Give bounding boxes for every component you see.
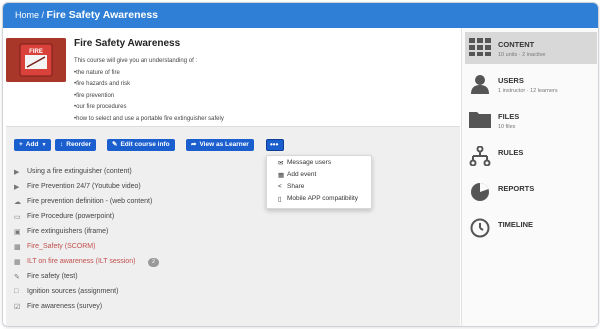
course-description: This course will give you an understandi… xyxy=(74,56,224,125)
presentation-icon: ▭ xyxy=(14,214,21,221)
menu-item-label: Mobile APP compatibility xyxy=(287,195,359,202)
unit-count-badge: 2 xyxy=(148,258,160,267)
add-button[interactable]: + Add ▼ xyxy=(14,139,52,151)
video-icon: ▶ xyxy=(14,184,20,191)
grid-icon xyxy=(469,38,491,58)
edit-course-info-button[interactable]: ✎ Edit course info xyxy=(107,139,175,151)
menu-item-label: Message users xyxy=(287,159,332,166)
reorder-button[interactable]: ↕ Reorder xyxy=(55,139,97,151)
menu-item-label: Share xyxy=(287,183,305,190)
unit-label: Fire_Safety (SCORM) xyxy=(27,243,96,250)
clock-icon xyxy=(469,218,491,238)
share-icon: < xyxy=(278,183,282,190)
unit-label: Fire awareness (survey) xyxy=(27,303,103,310)
sidebar-item-rules[interactable]: RULES xyxy=(465,140,597,172)
sidebar-item-reports[interactable]: REPORTS xyxy=(465,176,597,208)
test-icon: ✎ xyxy=(14,274,20,281)
unit-label: Fire safety (test) xyxy=(27,273,78,280)
reorder-icon: ↕ xyxy=(60,141,64,148)
envelope-icon: ✉ xyxy=(278,160,284,167)
description-line: •fire prevention xyxy=(74,92,115,99)
mobile-icon: ▯ xyxy=(278,196,282,203)
view-as-learner-button[interactable]: ➦ View as Learner xyxy=(186,139,254,151)
share-arrow-icon: ➦ xyxy=(191,141,197,148)
unit-label: ILT on fire awareness (ILT session) xyxy=(27,258,136,265)
sidebar-item-sub: 1 instructor · 12 learners xyxy=(498,88,558,94)
sidebar-item-users[interactable]: USERS 1 instructor · 12 learners xyxy=(465,68,597,100)
course-sidebar: CONTENT 10 units · 2 inactive USERS 1 in… xyxy=(461,28,598,326)
sidebar-item-label: CONTENT xyxy=(498,40,535,49)
breadcrumb: Home / Fire Safety Awareness xyxy=(15,9,158,21)
survey-icon: ☑ xyxy=(14,304,21,311)
pencil-icon: ✎ xyxy=(112,141,118,148)
top-bar: Home / Fire Safety Awareness xyxy=(3,3,598,28)
description-line: •how to select and use a portable fire e… xyxy=(74,115,224,122)
user-icon xyxy=(469,74,491,94)
folder-icon xyxy=(469,110,491,130)
ellipsis-icon: ••• xyxy=(270,140,279,149)
calendar-icon: ▦ xyxy=(14,259,21,266)
sidebar-item-sub: 10 files xyxy=(498,124,516,130)
menu-item-label: Add event xyxy=(287,171,317,178)
sidebar-item-files[interactable]: FILES 10 files xyxy=(465,104,597,136)
description-line: •the nature of fire xyxy=(74,69,120,76)
course-thumbnail: FIRE xyxy=(6,38,66,82)
pie-chart-icon xyxy=(469,182,491,202)
unit-label: Fire Prevention 24/7 (Youtube video) xyxy=(27,183,141,190)
description-line: •our fire procedures xyxy=(74,104,127,110)
description-line: •fire hazards and risk xyxy=(74,81,131,87)
sidebar-item-label: RULES xyxy=(498,148,524,157)
breadcrumb-separator: / xyxy=(39,10,47,20)
sidebar-item-content[interactable]: CONTENT 10 units · 2 inactive xyxy=(465,32,597,64)
add-button-label: Add xyxy=(25,141,39,148)
unit-label: Ignition sources (assignment) xyxy=(27,288,119,295)
sidebar-item-label: USERS xyxy=(498,76,524,85)
description-line: This course will give you an understandi… xyxy=(74,58,198,64)
more-options-button[interactable]: ••• xyxy=(266,139,284,151)
view-as-learner-label: View as Learner xyxy=(199,141,249,148)
sidebar-item-label: FILES xyxy=(498,112,520,121)
sidebar-item-sub: 10 units · 2 inactive xyxy=(498,52,546,58)
unit-label: Fire Procedure (powerpoint) xyxy=(27,213,115,220)
assignment-icon: □ xyxy=(14,288,19,295)
reorder-button-label: Reorder xyxy=(66,141,92,148)
content-area: + Add ▼ ↕ Reorder ✎ Edit course info ➦ View a… xyxy=(6,126,460,326)
edit-course-info-label: Edit course info xyxy=(120,141,170,148)
unit-label: Fire extinguishers (iframe) xyxy=(27,228,109,235)
plus-icon: + xyxy=(19,141,23,148)
thumbnail-fire-label: FIRE xyxy=(29,49,43,55)
unit-label: Fire prevention definition - (web conten… xyxy=(27,198,153,205)
breadcrumb-home-link[interactable]: Home xyxy=(15,10,39,20)
app-window: Home / Fire Safety Awareness FIRE Fire S… xyxy=(2,2,599,327)
course-title: Fire Safety Awareness xyxy=(74,38,181,49)
sidebar-item-timeline[interactable]: TIMELINE xyxy=(465,212,597,244)
cloud-icon: ☁ xyxy=(14,199,21,206)
breadcrumb-current: Fire Safety Awareness xyxy=(46,9,159,21)
sidebar-item-label: TIMELINE xyxy=(498,220,533,229)
calendar-icon: ▦ xyxy=(278,172,285,179)
caret-down-icon: ▼ xyxy=(41,142,47,148)
sidebar-item-label: REPORTS xyxy=(498,184,535,193)
unit-label: Using a fire extinguisher (content) xyxy=(27,168,132,175)
rules-icon xyxy=(469,145,491,167)
course-header: FIRE Fire Safety Awareness This course w… xyxy=(3,28,461,126)
video-icon: ▶ xyxy=(14,169,20,176)
scorm-icon: ▩ xyxy=(14,244,21,251)
main-panel: FIRE Fire Safety Awareness This course w… xyxy=(3,28,461,326)
more-options-menu: ✉ Message users ▦ Add event < Share ▯ Mobile… xyxy=(266,155,372,209)
frame-icon: ▣ xyxy=(14,229,21,236)
